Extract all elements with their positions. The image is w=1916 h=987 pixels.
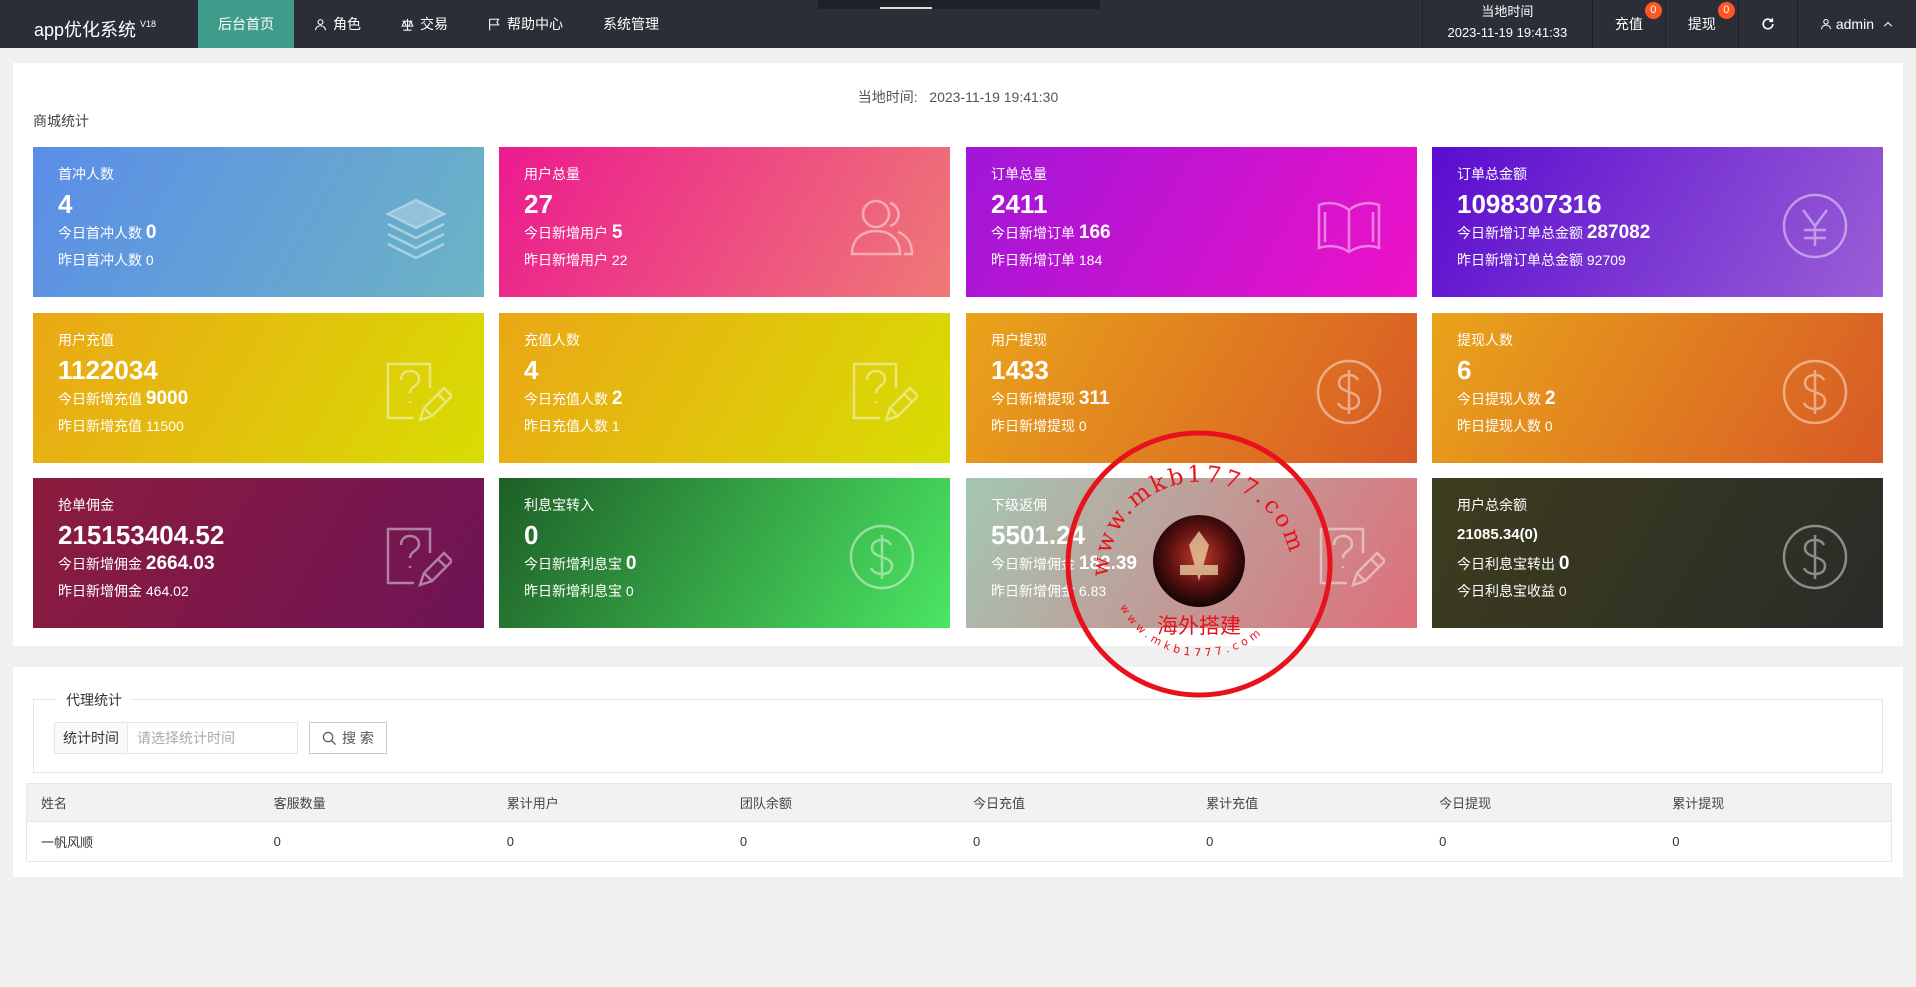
watermark-stamp: www.mkb1777.com 海外搭建 www.mkb1777.com (1065, 430, 1333, 698)
book-icon (1313, 190, 1385, 262)
agent-table: 姓名 客服数量 累计用户 团队余额 今日充值 累计充值 今日提现 累计提现 一帆风顺 0 0 0 0 0… (26, 783, 1892, 862)
stat-card-label: 充值人数 (524, 332, 580, 348)
table-cell: 一帆风顺 (41, 835, 94, 850)
edit-question-icon (846, 356, 920, 428)
user-menu[interactable]: admin (1796, 0, 1916, 48)
table-cell: 0 (1672, 834, 1680, 849)
app-logo[interactable]: app优化系统 V18 (34, 0, 156, 48)
search-icon (322, 731, 337, 745)
refresh-button[interactable] (1737, 0, 1797, 48)
top-navbar: app优化系统 V18 后台首页 角色 交易 帮助中心 系统管理 当地时间 202… (0, 0, 1916, 48)
dollar-icon (1779, 356, 1851, 428)
stat-time-input[interactable] (128, 722, 298, 754)
table-cell: 0 (506, 834, 514, 849)
nav-help[interactable]: 帮助中心 (468, 0, 583, 48)
table-header-cell: 团队余额 (725, 783, 959, 822)
stat-card-label: 提现人数 (1457, 332, 1513, 348)
mall-stats-title: 商城统计 (33, 113, 89, 129)
filter-row: 统计时间 搜 索 (54, 722, 387, 754)
stat-card-label: 订单总量 (991, 166, 1047, 182)
table-cell: 0 (273, 834, 281, 849)
recharge-button[interactable]: 充值 0 (1591, 0, 1665, 48)
table-header-cell: 累计充值 (1192, 783, 1426, 822)
table-header-cell: 累计用户 (492, 783, 726, 822)
users-icon (846, 190, 918, 262)
table-cell: 0 (972, 834, 981, 849)
search-button[interactable]: 搜 索 (309, 722, 387, 754)
table-body: 一帆风顺 0 0 0 0 0 0 0 (27, 822, 1892, 862)
nav-home[interactable]: 后台首页 (198, 0, 294, 48)
user-icon (315, 18, 326, 30)
app-name: app优化系统 (34, 20, 137, 40)
stat-time-label: 统计时间 (54, 722, 128, 754)
app-version: V18 (140, 19, 157, 29)
stat-card: 用户充值 1122034 今日新增充值 9000 昨日新增充值 11500 (33, 313, 484, 463)
scale-icon (401, 18, 414, 31)
table-row: 一帆风顺 0 0 0 0 0 0 0 (27, 822, 1892, 862)
stat-card-label: 首冲人数 (58, 166, 114, 182)
stat-card-label: 订单总金额 (1457, 166, 1527, 182)
header-clock: 当地时间 2023-11-19 19:41:33 (1421, 0, 1592, 48)
stat-card-label: 用户充值 (58, 332, 114, 348)
stat-card: 提现人数 6 今日提现人数 2 昨日提现人数 0 (1432, 313, 1883, 463)
stat-card: 利息宝转入 0 今日新增利息宝 0 昨日新增利息宝 0 (499, 478, 950, 628)
stat-card: 订单总量 2411 今日新增订单 166 昨日新增订单 184 (966, 147, 1417, 297)
stat-card-label: 用户总余额 (1457, 497, 1527, 513)
nav-role[interactable]: 角色 (294, 0, 381, 48)
table-cell: 0 (1439, 834, 1447, 849)
layers-icon (380, 190, 452, 262)
yen-icon (1779, 190, 1851, 262)
edit-question-icon (380, 521, 454, 593)
dollar-icon (846, 521, 918, 593)
flag-icon (489, 18, 500, 30)
stat-card-label: 用户提现 (991, 332, 1047, 348)
header-right: 当地时间 2023-11-19 19:41:33 充值 0 提现 0 admin (1421, 0, 1916, 48)
stamp-name: 海外搭建 (1157, 614, 1241, 638)
stat-card: 首冲人数 4 今日首冲人数 0 昨日首冲人数 0 (33, 147, 484, 297)
user-icon (1820, 19, 1831, 30)
stat-card: 订单总金额 1098307316 今日新增订单总金额 287082 昨日新增订单… (1432, 147, 1883, 297)
stat-card: 充值人数 4 今日充值人数 2 昨日充值人数 1 (499, 313, 950, 463)
table-header-cell: 今日提现 (1425, 783, 1659, 822)
recharge-badge: 0 (1644, 2, 1662, 19)
table-cell: 0 (739, 834, 748, 849)
main-nav: 后台首页 角色 交易 帮助中心 系统管理 (198, 0, 679, 48)
agent-stats-panel: 代理统计 统计时间 搜 索 姓名客服数量累计用户团队余额今日充值累计充值今日提现… (13, 667, 1903, 877)
table-header-cell: 今日充值 (958, 783, 1193, 822)
withdraw-badge: 0 (1717, 2, 1735, 19)
stat-card-label: 抢单佣金 (58, 497, 114, 513)
dollar-icon (1313, 356, 1385, 428)
stat-card: 用户总量 27 今日新增用户 5 昨日新增用户 22 (499, 147, 950, 297)
mall-stats-panel: 当地时间: 2023-11-19 19:41:30 商城统计 首冲人数 4 今日… (13, 63, 1903, 646)
agent-filter-box: 代理统计 统计时间 搜 索 (33, 690, 1883, 773)
table-header-row: 姓名 客服数量 累计用户 团队余额 今日充值 累计充值 今日提现 累计提现 (26, 783, 1892, 822)
edit-question-icon (380, 356, 454, 428)
withdraw-button[interactable]: 提现 0 (1664, 0, 1738, 48)
refresh-icon (1762, 18, 1774, 30)
agent-stats-title: 代理统计 (56, 690, 132, 710)
table-header-cell: 姓名 (26, 783, 260, 822)
stat-card: 用户总余额 21085.34(0) 今日利息宝转出 0 今日利息宝收益 0 (1432, 478, 1883, 628)
nav-trade[interactable]: 交易 (381, 0, 468, 48)
local-time: 当地时间: 2023-11-19 19:41:30 (857, 89, 1059, 105)
chevron-up-icon (1883, 21, 1893, 27)
top-indicator (818, 0, 1100, 9)
stat-card-label: 用户总量 (524, 166, 580, 182)
stat-card: 抢单佣金 215153404.52 今日新增佣金 2664.03 昨日新增佣金 … (33, 478, 484, 628)
nav-system[interactable]: 系统管理 (583, 0, 679, 48)
dollar-icon (1779, 521, 1851, 593)
table-cell: 0 (1206, 834, 1214, 849)
table-header-cell: 累计提现 (1658, 783, 1892, 822)
table-header-cell: 客服数量 (259, 783, 493, 822)
stat-card-label: 利息宝转入 (524, 497, 594, 513)
